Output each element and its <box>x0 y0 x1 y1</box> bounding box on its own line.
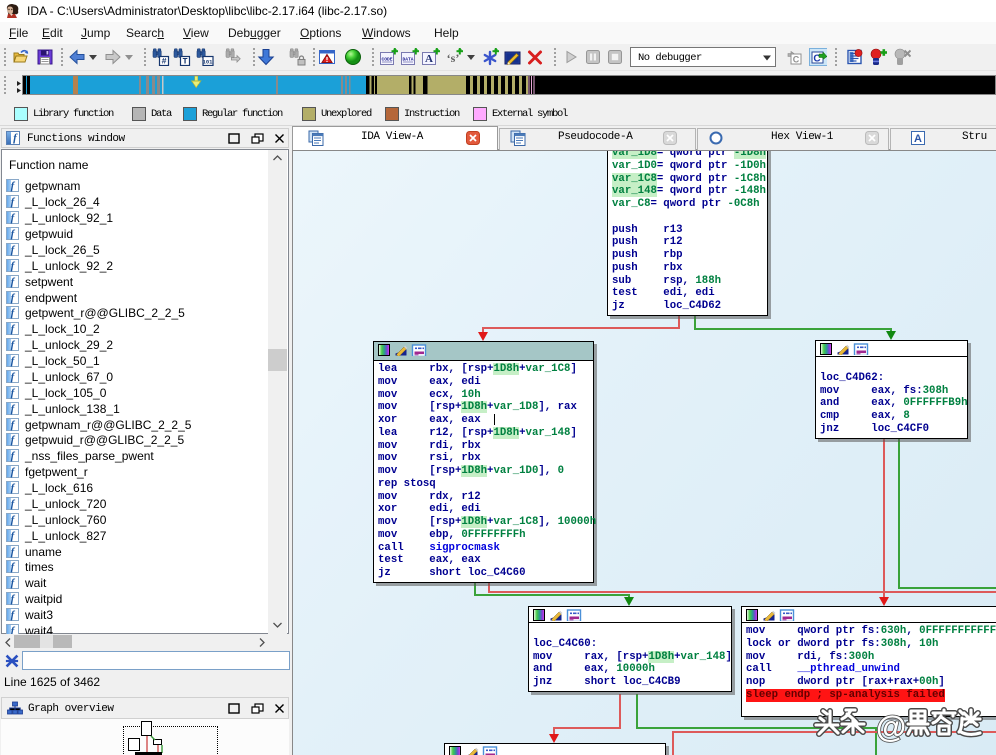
svg-text:‘s’: ‘s’ <box>447 51 460 65</box>
svg-text:#: # <box>161 57 166 67</box>
svg-text:C: C <box>793 55 800 65</box>
svg-text:A: A <box>914 133 922 145</box>
svg-text:A: A <box>425 53 433 65</box>
svg-text:T: T <box>182 57 187 67</box>
svg-text:101: 101 <box>203 59 214 66</box>
svg-text:@: @ <box>876 709 906 744</box>
